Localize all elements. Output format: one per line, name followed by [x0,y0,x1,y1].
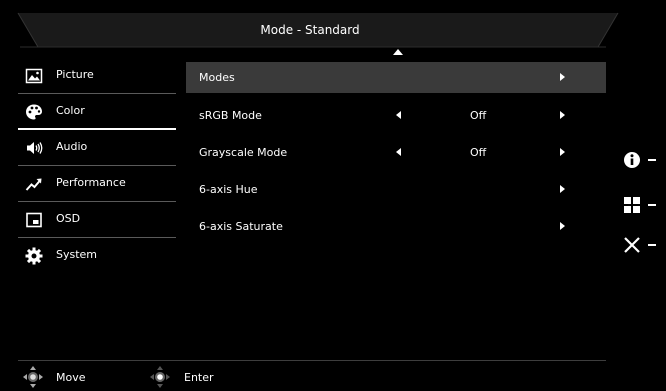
move-hint-label: Move [56,371,86,384]
chevron-right-icon[interactable] [560,148,565,156]
picture-icon [25,68,43,84]
dpad-move-icon [23,366,43,388]
menu-key[interactable] [620,195,666,215]
sidebar-item-label: System [56,248,98,261]
sidebar-item-label: Audio [56,140,88,153]
info-key[interactable] [620,150,666,170]
chevron-right-icon [560,222,565,230]
menu-grid-icon [624,197,640,213]
key-dash [648,244,656,246]
menu-list: Modes sRGB Mode Off Grayscale Mode Off 6… [186,62,606,247]
osd-panel: Mode - Standard Picture Color Audio Perf… [0,0,666,391]
menu-item-modes[interactable]: Modes [186,62,606,93]
sidebar-item-system[interactable]: System [18,238,176,274]
sidebar-item-label: Picture [56,68,94,81]
menu-item-grayscale-mode[interactable]: Grayscale Mode Off [186,136,606,173]
chevron-right-icon [560,73,565,81]
info-icon [624,152,640,168]
enter-hint-label: Enter [184,371,214,384]
menu-item-label: sRGB Mode [199,109,262,122]
sidebar-item-label: OSD [56,212,81,225]
dpad-enter-icon [150,366,170,388]
menu-item-6-axis-saturate[interactable]: 6-axis Saturate [186,210,606,247]
scroll-up-icon [393,49,403,55]
gear-icon [25,247,43,265]
sidebar-item-picture[interactable]: Picture [18,58,176,94]
osd-icon [26,212,42,228]
menu-item-value: Off [470,109,487,122]
close-key[interactable] [620,235,666,255]
sidebar-item-label: Color [56,104,85,117]
sidebar-item-osd[interactable]: OSD [18,202,176,238]
chevron-left-icon[interactable] [396,111,401,119]
menu-item-label: 6-axis Hue [199,183,258,196]
close-icon [624,237,640,253]
chevron-left-icon[interactable] [396,148,401,156]
sidebar-item-audio[interactable]: Audio [18,130,176,166]
menu-item-label: Modes [199,71,235,84]
sidebar: Picture Color Audio Performance OSD Syst… [18,58,176,274]
menu-item-value: Off [470,146,487,159]
menu-item-label: 6-axis Saturate [199,220,283,233]
menu-item-srgb-mode[interactable]: sRGB Mode Off [186,99,606,136]
menu-item-6-axis-hue[interactable]: 6-axis Hue [186,173,606,210]
performance-icon [25,178,42,191]
footer-hints: Move Enter [0,362,620,391]
sidebar-item-color[interactable]: Color [18,94,176,130]
key-dash [648,159,656,161]
sidebar-item-label: Performance [56,176,126,189]
page-title: Mode - Standard [260,23,360,37]
chevron-right-icon [560,185,565,193]
menu-item-label: Grayscale Mode [199,146,288,159]
speaker-icon [27,142,43,154]
sidebar-item-performance[interactable]: Performance [18,166,176,202]
chevron-right-icon[interactable] [560,111,565,119]
hotkey-column [620,0,666,391]
footer-divider [18,360,606,361]
palette-icon [26,104,42,120]
key-dash [648,204,656,206]
